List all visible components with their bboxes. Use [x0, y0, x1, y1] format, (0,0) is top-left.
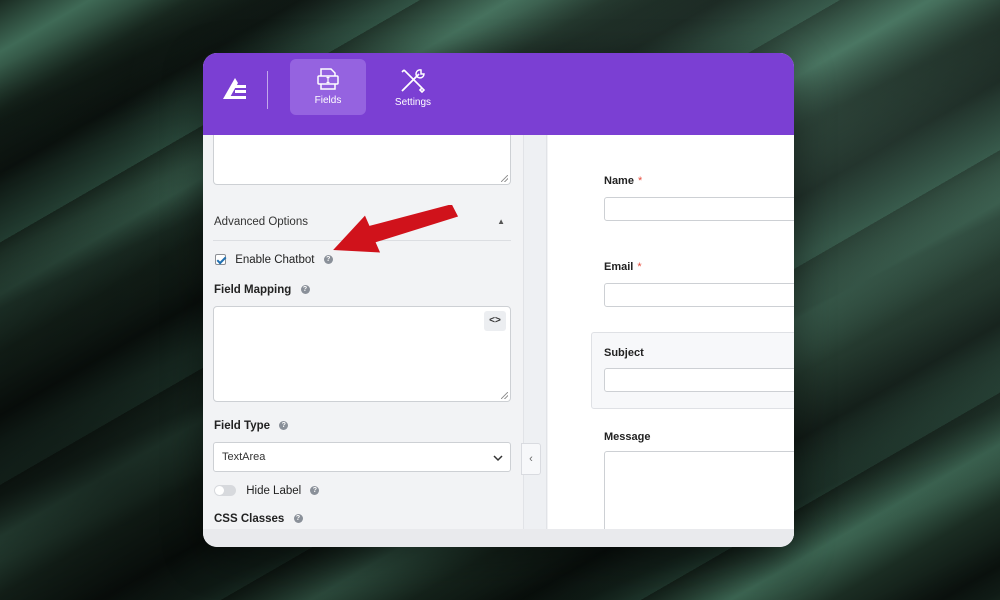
css-classes-label: CSS Classes — [214, 513, 285, 525]
enable-chatbot-checkbox[interactable] — [215, 254, 226, 266]
enable-chatbot-label: Enable Chatbot — [235, 254, 315, 266]
field-type-row: Field Type ? — [214, 420, 289, 432]
field-mapping-row: Field Mapping ? — [214, 284, 310, 296]
required-marker: * — [637, 175, 643, 187]
field-type-select[interactable]: TextArea — [213, 442, 511, 472]
field-type-label: Field Type — [214, 420, 271, 432]
app-logo-icon[interactable] — [221, 75, 249, 101]
field-mapping-label: Field Mapping — [214, 284, 292, 296]
hide-label-row: Hide Label ? — [214, 485, 320, 497]
name-input[interactable] — [604, 197, 794, 221]
form-builder-window: Fields Settings Advanced Options ▲ Enabl… — [203, 53, 794, 547]
message-field-label: Message — [604, 431, 650, 443]
subject-field-label: Subject — [604, 347, 644, 359]
fields-tab-label: Fields — [314, 95, 342, 106]
help-icon[interactable]: ? — [310, 486, 320, 496]
resize-grip-icon[interactable] — [501, 392, 508, 399]
field-settings-panel: Advanced Options ▲ Enable Chatbot ? Fiel… — [203, 135, 523, 529]
hide-label-label: Hide Label — [246, 485, 302, 497]
settings-tab[interactable]: Settings — [375, 59, 451, 115]
window-bottom-bar — [203, 529, 794, 547]
annotation-arrow-icon — [333, 205, 459, 253]
email-input[interactable] — [604, 283, 794, 307]
required-marker: * — [637, 261, 642, 273]
help-icon[interactable]: ? — [293, 514, 303, 524]
fields-icon — [317, 68, 339, 90]
help-icon[interactable]: ? — [300, 285, 310, 295]
settings-tab-label: Settings — [394, 97, 432, 108]
settings-tools-icon — [401, 69, 426, 93]
collapse-panel-button[interactable]: ‹ — [521, 443, 541, 475]
fields-tab[interactable]: Fields — [290, 59, 366, 115]
field-mapping-textarea[interactable]: <> — [213, 306, 511, 402]
subject-input[interactable] — [604, 368, 794, 392]
caret-up-icon[interactable]: ▲ — [497, 217, 505, 226]
advanced-options-label: Advanced Options — [214, 216, 308, 228]
email-label-text: Email — [604, 261, 634, 273]
chevron-down-icon — [493, 455, 503, 462]
name-label-text: Name — [604, 175, 634, 187]
hide-label-toggle[interactable] — [214, 485, 236, 497]
message-textarea[interactable] — [604, 451, 794, 541]
toolbar-divider — [267, 71, 268, 109]
help-icon[interactable]: ? — [279, 421, 289, 431]
css-classes-row: CSS Classes ? — [214, 513, 303, 525]
code-editor-button[interactable]: <> — [484, 311, 506, 331]
form-preview: Name * Email * Subject Message — [548, 135, 794, 541]
previous-textarea[interactable] — [213, 135, 511, 185]
enable-chatbot-row: Enable Chatbot ? — [215, 254, 333, 272]
field-type-value: TextArea — [222, 451, 266, 463]
resize-grip-icon[interactable] — [501, 175, 508, 182]
name-field-label: Name * — [604, 175, 642, 187]
toolbar: Fields Settings — [203, 53, 794, 135]
email-field-label: Email * — [604, 261, 642, 273]
subject-label-text: Subject — [604, 347, 644, 359]
message-label-text: Message — [604, 431, 651, 443]
